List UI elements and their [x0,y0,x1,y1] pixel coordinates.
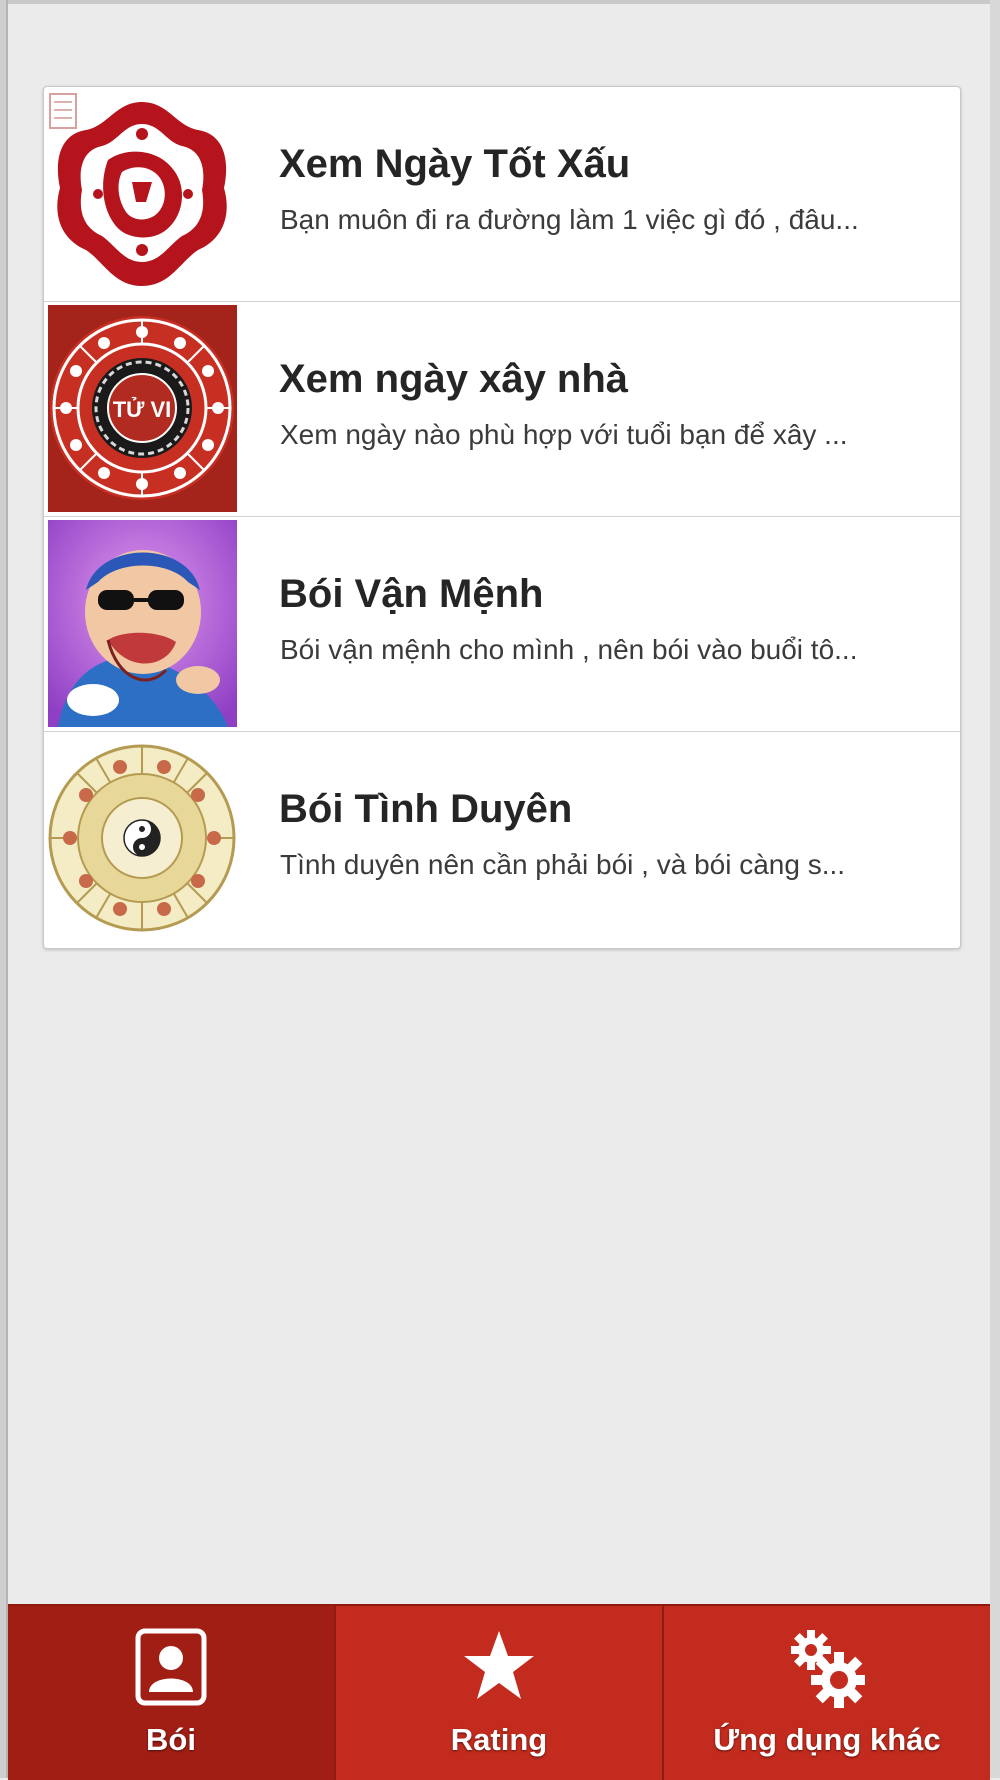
item-description: Tình duyên nên cần phải bói , và bói càn… [280,849,846,880]
list-item-xem-ngay-xay-nha[interactable]: TỬ VI Xem ngày xây nhà Xem ngày nào phù … [44,302,960,517]
zodiac-papercut-thumbnail [48,90,237,297]
tab-boi[interactable]: Bói [8,1606,336,1780]
item-title: Xem ngày xây nhà [279,357,629,401]
window-top-border [0,0,1000,4]
list-item-xem-ngay-tot-xau[interactable]: Xem Ngày Tốt Xấu Bạn muôn đi ra đường là… [44,87,960,302]
item-title: Bói Vận Mệnh [279,572,544,616]
contact-card-icon [135,1628,207,1711]
tab-label: Ứng dụng khác [713,1722,941,1757]
tab-label: Bói [146,1722,196,1757]
item-title: Xem Ngày Tốt Xấu [279,142,631,186]
gears-icon [789,1628,867,1713]
app-list: Xem Ngày Tốt Xấu Bạn muôn đi ra đường là… [43,86,961,949]
item-title: Bói Tình Duyên [279,787,573,831]
tu-vi-wheel-thumbnail: TỬ VI [48,305,237,512]
zodiac-yin-yang-wheel-thumbnail [48,735,237,942]
item-description: Bạn muôn đi ra đường làm 1 việc gì đó , … [280,204,859,235]
list-item-boi-tinh-duyen[interactable]: Bói Tình Duyên Tình duyên nên cần phải b… [44,732,960,948]
item-description: Xem ngày nào phù hợp với tuổi bạn để xây… [280,419,848,450]
tab-rating[interactable]: Rating [336,1606,664,1780]
fortune-teller-cartoon-thumbnail [48,520,237,727]
tab-label: Rating [450,1722,548,1757]
bottom-tab-bar: Bói Rating Ứng dụng khác [8,1604,990,1780]
window-right-border [990,0,1000,1778]
star-icon [461,1628,537,1709]
tu-vi-text: TỬ VI [113,397,172,422]
list-item-boi-van-menh[interactable]: Bói Vận Mệnh Bói vận mệnh cho mình , nên… [44,517,960,732]
window-left-border [0,0,8,1778]
item-description: Bói vận mệnh cho mình , nên bói vào buổi… [280,634,858,665]
tab-ung-dung-khac[interactable]: Ứng dụng khác [664,1606,990,1780]
